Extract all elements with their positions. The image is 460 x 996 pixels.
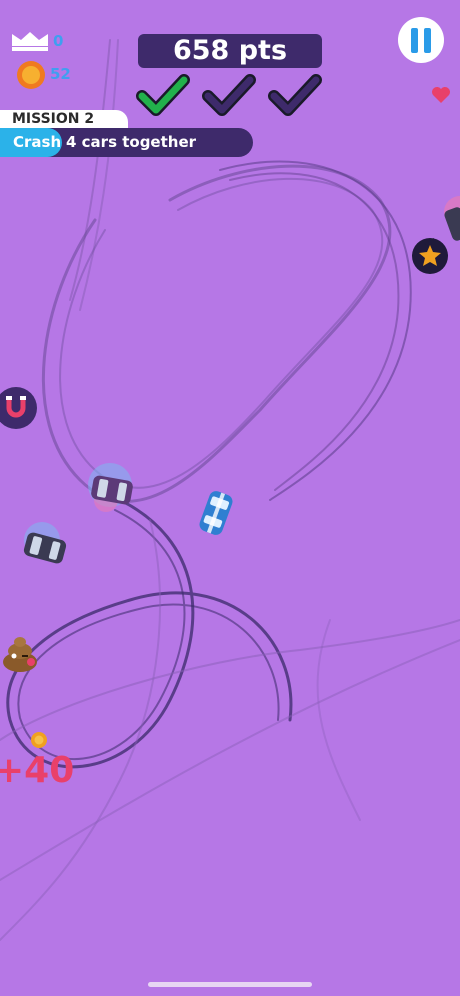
magnet-powerup-icon [0,387,37,429]
check-icon-complete [136,74,190,116]
offscreen-car [444,196,460,241]
crown-icon [12,32,48,51]
pause-icon [411,27,418,53]
coin-icon [31,732,47,748]
heart-icon [432,87,450,103]
home-indicator[interactable] [148,982,312,987]
check-icon-pending [268,74,322,116]
floating-bonus-points: +40 [0,750,75,791]
coin-count: 52 [50,65,71,83]
police-badge-icon [412,238,448,274]
poop-emoji-icon [3,637,37,672]
mission-objective: Crash 4 cars together [0,128,253,157]
tire-tracks [0,39,460,941]
coin-icon [17,61,45,89]
pause-icon [424,27,431,53]
pause-button[interactable] [398,17,444,63]
mission-description: 4 cars together [66,133,197,151]
mission-verb: Crash [13,133,62,151]
score-display: 658 pts [138,34,322,68]
best-score-value: 0 [53,32,64,50]
check-icon-pending [202,74,256,116]
police-car [23,522,67,564]
player-car [199,491,233,535]
mission-title: MISSION 2 [0,110,128,129]
